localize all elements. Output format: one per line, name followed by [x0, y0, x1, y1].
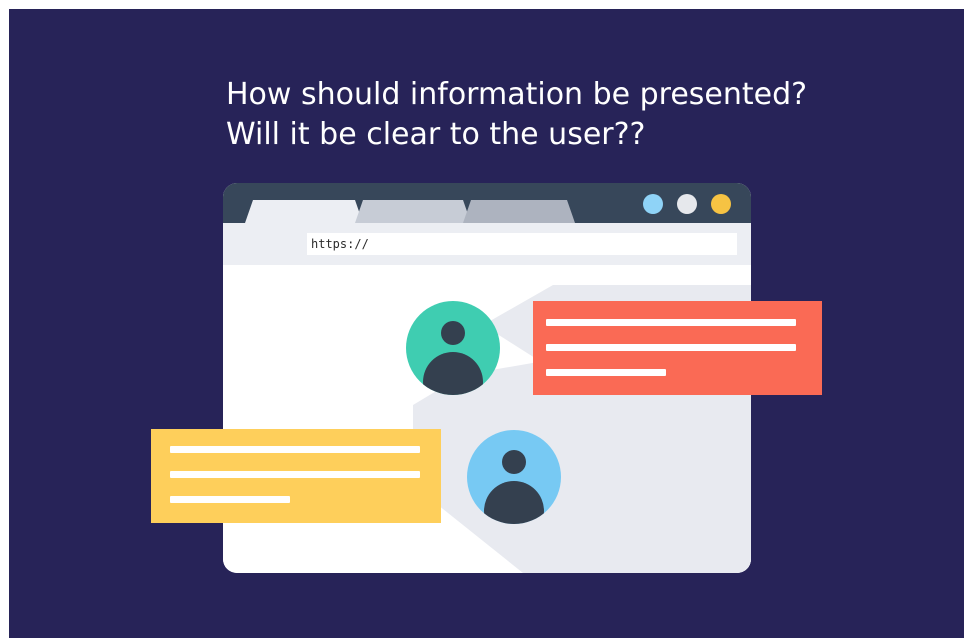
dot-blue-icon	[643, 194, 663, 214]
browser-nav-bar: https://	[223, 223, 751, 265]
browser-tab-2	[355, 200, 471, 223]
dot-gray-icon	[677, 194, 697, 214]
message-card-red	[533, 301, 822, 395]
avatar-head	[502, 450, 526, 474]
avatar-head	[441, 321, 465, 345]
text-placeholder-line	[170, 496, 290, 503]
text-placeholder-line	[170, 471, 420, 478]
browser-title-bar	[223, 183, 751, 223]
avatar-body	[423, 352, 483, 395]
browser-tab-3	[463, 200, 575, 223]
headline-line-2: Will it be clear to the user??	[226, 117, 646, 152]
avatar-body	[484, 481, 544, 524]
address-bar: https://	[307, 233, 737, 255]
dot-yellow-icon	[711, 194, 731, 214]
user-avatar-icon	[406, 301, 500, 395]
text-placeholder-line	[546, 369, 666, 376]
user-avatar-icon	[467, 430, 561, 524]
message-card-yellow	[151, 429, 441, 523]
text-placeholder-line	[546, 344, 796, 351]
text-placeholder-line	[170, 446, 420, 453]
headline: How should information be presented? Wil…	[226, 75, 926, 155]
illustration-canvas: How should information be presented? Wil…	[9, 9, 964, 638]
browser-tab-active	[245, 200, 363, 223]
text-placeholder-line	[546, 319, 796, 326]
headline-line-1: How should information be presented?	[226, 77, 808, 112]
